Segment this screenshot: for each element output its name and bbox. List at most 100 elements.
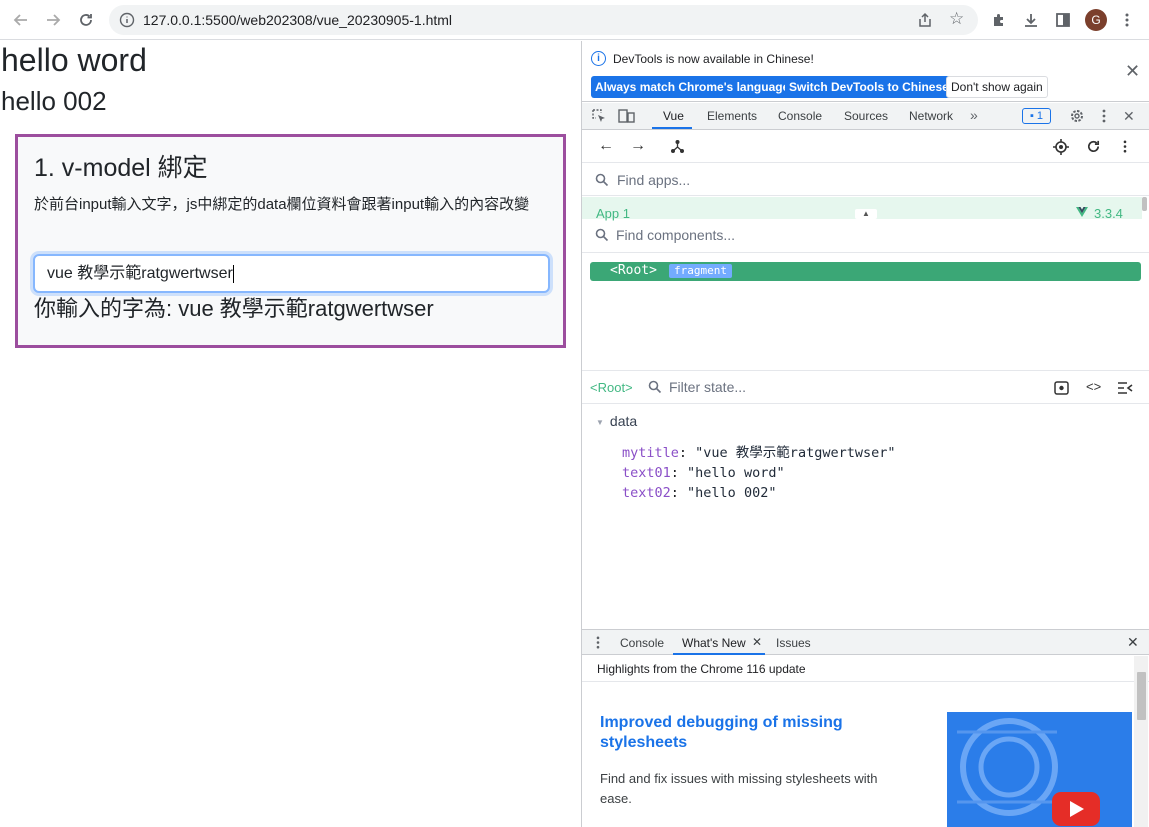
close-devtools-icon[interactable]: ✕ bbox=[1123, 108, 1135, 124]
whats-new-content: Improved debugging of missing stylesheet… bbox=[582, 683, 1132, 827]
state-key: mytitle bbox=[622, 445, 679, 461]
component-tree-root[interactable]: <Root> fragment bbox=[590, 262, 1141, 281]
reload-button[interactable] bbox=[74, 8, 98, 32]
side-panel-icon bbox=[1056, 13, 1070, 27]
news-description: Find and fix issues with missing stylesh… bbox=[600, 771, 878, 806]
news-video-thumbnail[interactable] bbox=[947, 712, 1132, 827]
drawer-menu-icon[interactable] bbox=[595, 635, 601, 650]
search-icon bbox=[595, 228, 609, 242]
reload-icon bbox=[80, 14, 92, 26]
drawer-tab-console[interactable]: Console bbox=[620, 636, 664, 650]
devtools-panel: i DevTools is now available in Chinese! … bbox=[581, 41, 1149, 827]
download-icon bbox=[1025, 14, 1037, 27]
kebab-menu-icon bbox=[1125, 13, 1129, 27]
drawer-scrollbar[interactable] bbox=[1134, 656, 1148, 827]
mytitle-input[interactable]: vue 教學示範ratgwertwser bbox=[33, 254, 550, 293]
refresh-icon[interactable] bbox=[1086, 139, 1101, 154]
switch-chinese-button[interactable]: Switch DevTools to Chinese bbox=[785, 76, 953, 98]
issues-badge[interactable]: ▪ 1 bbox=[1022, 108, 1051, 124]
search-icon bbox=[595, 173, 609, 187]
close-tab-icon[interactable]: ✕ bbox=[752, 635, 762, 649]
match-language-button[interactable]: Always match Chrome's language bbox=[591, 76, 794, 98]
expand-triangle-icon: ▼ bbox=[596, 417, 604, 427]
nav-back-icon[interactable]: ← bbox=[598, 137, 614, 155]
inspect-dom-icon[interactable] bbox=[1117, 381, 1133, 395]
customize-menu-icon[interactable] bbox=[1097, 108, 1111, 124]
selected-component-label: <Root> bbox=[590, 380, 633, 395]
bookmark-star-icon[interactable]: ☆ bbox=[949, 10, 964, 28]
state-section-data[interactable]: ▼ data bbox=[596, 413, 637, 429]
nav-forward-icon[interactable]: → bbox=[630, 137, 646, 155]
state-inspector-bar: <Root> Filter state... <> bbox=[582, 370, 1149, 404]
news-title-link[interactable]: Improved debugging of missing stylesheet… bbox=[600, 713, 880, 753]
dont-show-again-button[interactable]: Don't show again bbox=[946, 76, 1048, 98]
infobar-message: DevTools is now available in Chinese! bbox=[613, 52, 814, 66]
output-text: 你輸入的字為: vue 教學示範ratgwertwser bbox=[34, 296, 434, 321]
menu-button[interactable] bbox=[1115, 8, 1139, 32]
state-row[interactable]: text02: "hello 002" bbox=[622, 483, 895, 503]
arrow-left-icon bbox=[13, 14, 27, 26]
show-source-code-icon[interactable]: <> bbox=[1086, 379, 1101, 394]
info-icon: i bbox=[591, 51, 606, 66]
drawer-scroll-thumb[interactable] bbox=[1137, 672, 1146, 720]
scroll-to-component-icon[interactable] bbox=[1054, 381, 1069, 395]
state-key: text02 bbox=[622, 485, 671, 501]
drawer-tab-issues[interactable]: Issues bbox=[776, 636, 811, 650]
side-panel-button[interactable] bbox=[1051, 8, 1075, 32]
find-apps-bar[interactable]: Find apps... bbox=[582, 164, 1149, 196]
issues-count: 1 bbox=[1036, 110, 1044, 122]
settings-gear-icon[interactable] bbox=[1069, 108, 1085, 124]
forward-button[interactable] bbox=[41, 8, 65, 32]
site-info-icon[interactable] bbox=[119, 12, 135, 28]
state-value: "hello 002" bbox=[687, 485, 777, 501]
share-icon[interactable] bbox=[917, 12, 933, 28]
fragment-badge: fragment bbox=[669, 264, 732, 278]
state-data-list: mytitle: "vue 教學示範ratgwertwser" text01: … bbox=[622, 443, 895, 503]
tab-elements[interactable]: Elements bbox=[707, 109, 757, 123]
tab-vue[interactable]: Vue bbox=[663, 109, 684, 123]
more-tabs-icon[interactable]: » bbox=[970, 107, 978, 123]
address-bar[interactable]: 127.0.0.1:5500/web202308/vue_20230905-1.… bbox=[109, 5, 978, 35]
page-content: hello word hello 002 1. v-model 綁定 於前台in… bbox=[0, 41, 581, 827]
filter-state-input[interactable]: Filter state... bbox=[669, 379, 746, 395]
back-button[interactable] bbox=[9, 8, 33, 32]
close-drawer-icon[interactable]: ✕ bbox=[1127, 634, 1139, 651]
card-title: 1. v-model 綁定 bbox=[34, 154, 208, 182]
infobar-close-icon[interactable]: ✕ bbox=[1125, 61, 1140, 82]
heading-text01: hello word bbox=[1, 42, 147, 78]
state-section-label: data bbox=[609, 413, 638, 429]
vue-logo-icon bbox=[1076, 207, 1088, 217]
state-row[interactable]: mytitle: "vue 教學示範ratgwertwser" bbox=[622, 443, 895, 463]
state-row[interactable]: text01: "hello word" bbox=[622, 463, 895, 483]
find-apps-placeholder: Find apps... bbox=[617, 172, 691, 188]
apps-scroll-thumb[interactable] bbox=[1142, 197, 1147, 211]
inspect-element-icon[interactable] bbox=[591, 108, 607, 124]
devtools-tabbar: Vue Elements Console Sources Network » ▪… bbox=[582, 103, 1149, 130]
device-toolbar-icon[interactable] bbox=[618, 108, 635, 124]
browser-toolbar: 127.0.0.1:5500/web202308/vue_20230905-1.… bbox=[0, 0, 1149, 40]
select-component-crosshair-icon[interactable] bbox=[1053, 139, 1069, 155]
collapse-toggle-icon[interactable]: ▲ bbox=[855, 209, 877, 219]
extensions-button[interactable] bbox=[987, 8, 1011, 32]
card-description: 於前台input輸入文字，js中綁定的data欄位資料會跟著input輸入的內容… bbox=[34, 196, 530, 213]
message-icon: ▪ bbox=[1029, 110, 1034, 122]
tab-network[interactable]: Network bbox=[909, 109, 953, 123]
find-components-bar[interactable]: Find components... bbox=[582, 219, 1149, 253]
vue-more-menu-icon[interactable] bbox=[1119, 139, 1131, 154]
drawer-tab-whats-new[interactable]: What's New bbox=[682, 636, 746, 650]
find-components-placeholder: Find components... bbox=[616, 227, 736, 243]
state-value: "vue 教學示範ratgwertwser" bbox=[695, 445, 896, 461]
state-key: text01 bbox=[622, 465, 671, 481]
drawer-tabbar: Console What's New ✕ Issues ✕ bbox=[582, 629, 1149, 655]
url-text[interactable]: 127.0.0.1:5500/web202308/vue_20230905-1.… bbox=[143, 12, 452, 28]
active-tab-indicator bbox=[652, 127, 692, 129]
component-tree-icon[interactable] bbox=[670, 139, 685, 154]
profile-avatar[interactable]: G bbox=[1085, 9, 1107, 31]
heading-text02: hello 002 bbox=[1, 86, 107, 116]
tab-console[interactable]: Console bbox=[778, 109, 822, 123]
whats-new-header-text: Highlights from the Chrome 116 update bbox=[597, 662, 806, 676]
whats-new-header: Highlights from the Chrome 116 update bbox=[582, 655, 1149, 682]
downloads-button[interactable] bbox=[1019, 8, 1043, 32]
tab-sources[interactable]: Sources bbox=[844, 109, 888, 123]
app-selector-row[interactable]: App 1 ▲ 3.3.4 bbox=[582, 197, 1142, 221]
